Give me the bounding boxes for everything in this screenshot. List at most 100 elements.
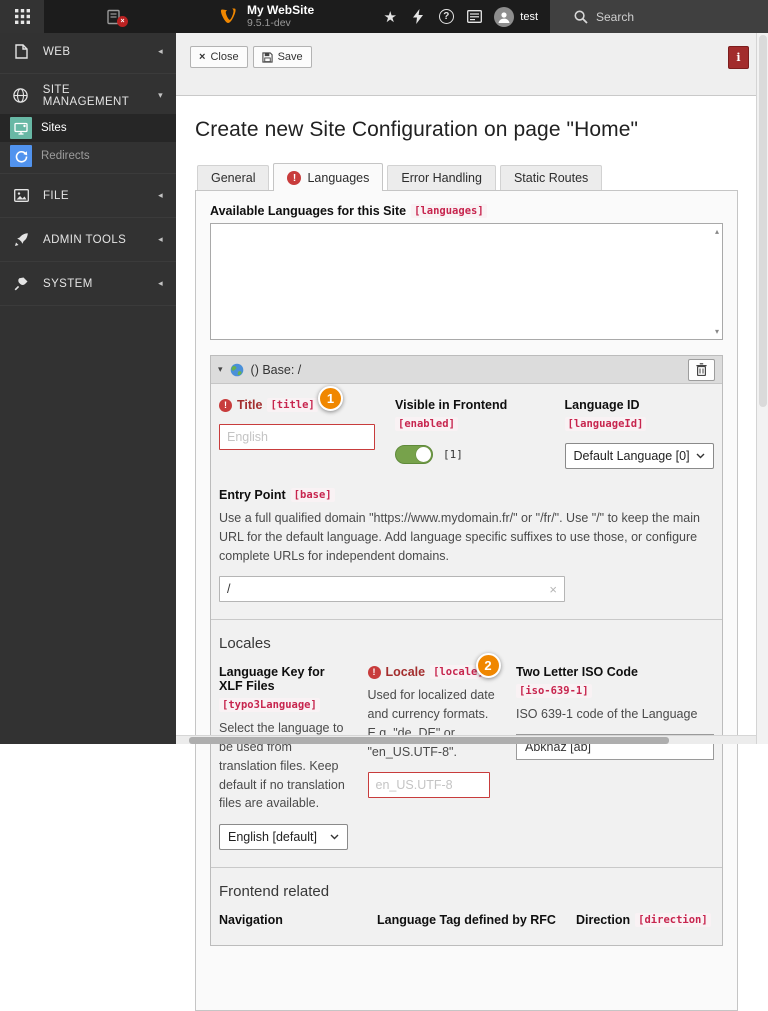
scroll-down-icon[interactable]: ▾ (715, 327, 719, 336)
scrollbar-thumb[interactable] (189, 737, 669, 744)
clear-icon[interactable]: × (549, 582, 557, 597)
site-title: My WebSite (247, 2, 315, 17)
open-documents-button[interactable]: × (96, 0, 132, 33)
sidebar-label: Redirects (41, 150, 90, 162)
locales-heading: Locales (219, 635, 271, 653)
list-panel-icon (466, 10, 482, 23)
horizontal-scrollbar[interactable] (176, 735, 756, 744)
chevron-down-icon: ▾ (218, 364, 223, 374)
close-badge-icon: × (117, 16, 128, 27)
avatar (494, 6, 515, 27)
sidebar-item-sites[interactable]: Sites (0, 114, 176, 142)
toggle-knob (416, 447, 431, 462)
frontend-heading: Frontend related (219, 883, 330, 900)
star-icon: ★ (383, 8, 397, 26)
globe-icon (230, 363, 243, 376)
sidebar-item-system[interactable]: SYSTEM ◂ (0, 265, 176, 302)
sidebar-label: Sites (41, 122, 67, 134)
globe-icon (13, 88, 29, 104)
iso-field-group: Two Letter ISO Code [iso-639-1] ISO 639-… (516, 665, 714, 850)
xlf-select[interactable]: English [default] (219, 824, 348, 850)
entry-point-description: Use a full qualified domain "https://www… (219, 511, 700, 563)
tab-error-handling[interactable]: Error Handling (387, 165, 496, 190)
divider (211, 867, 722, 868)
panel-title: () Base: / (250, 362, 302, 377)
scroll-up-icon[interactable]: ▴ (715, 227, 719, 236)
tab-general[interactable]: General (197, 165, 270, 190)
username: test (520, 10, 538, 23)
bookmarks-button[interactable]: ★ (376, 0, 404, 33)
chevron-down-icon (330, 834, 338, 840)
sidebar-item-admin-tools[interactable]: ADMIN TOOLS ◂ (0, 221, 176, 258)
chevron-down-icon (696, 453, 705, 459)
step-badge-1: 1 (318, 386, 343, 411)
sidebar-label: FILE (43, 189, 69, 202)
title-input[interactable] (219, 424, 375, 450)
rfc-label: Language Tag defined by RFC (377, 913, 556, 927)
xlf-label: Language Key for XLF Files [typo3Languag… (219, 665, 325, 713)
sidebar-item-redirects[interactable]: Redirects (0, 142, 176, 170)
tab-bar: General ! Languages Error Handling Stati… (195, 163, 738, 191)
field-code-tag: [enabled] (395, 417, 458, 431)
clear-cache-button[interactable] (404, 0, 432, 33)
tab-languages[interactable]: ! Languages (273, 163, 384, 191)
panel-header[interactable]: ▾ () Base: / (211, 356, 722, 384)
close-icon: × (199, 51, 206, 63)
info-button[interactable]: i (728, 46, 749, 69)
field-code-tag: [base] (290, 488, 335, 502)
user-menu[interactable]: test (488, 0, 550, 33)
help-button[interactable]: ? (432, 0, 460, 33)
xlf-description: Select the language to be used from tran… (219, 721, 345, 811)
sidebar-label: SYSTEM (43, 277, 93, 290)
iso-description: ISO 639-1 code of the Language (516, 707, 698, 722)
sidebar-item-site-management[interactable]: SITE MANAGEMENT ▾ (0, 77, 176, 114)
rocket-icon (13, 232, 29, 248)
sidebar-item-web[interactable]: WEB ◂ (0, 33, 176, 70)
system-info-button[interactable] (460, 0, 488, 33)
locale-field-group: ! Locale [locale] 2 Used for localized d… (367, 653, 501, 850)
entry-point-input-wrap: × (219, 576, 565, 603)
site-name-block[interactable]: My WebSite 9.5.1-dev (247, 2, 315, 30)
plug-icon (13, 276, 29, 292)
divider (211, 619, 722, 621)
vertical-scrollbar[interactable] (756, 33, 768, 744)
modules-menu-button[interactable] (0, 0, 44, 33)
xlf-field-group: Language Key for XLF Files [typo3Languag… (219, 665, 348, 850)
error-icon: ! (219, 398, 232, 412)
divider (0, 173, 176, 174)
image-icon (13, 188, 29, 204)
visible-field-group: Visible in Frontend [enabled] [1] (395, 398, 545, 469)
divider (0, 305, 176, 306)
tab-static-routes[interactable]: Static Routes (499, 165, 603, 190)
divider (0, 217, 176, 218)
chevron-left-icon: ◂ (158, 46, 163, 56)
delete-language-button[interactable] (688, 358, 715, 381)
error-icon: ! (287, 171, 302, 185)
language-id-select[interactable]: Default Language [0] (564, 443, 714, 469)
divider (0, 261, 176, 262)
toolbar-search[interactable] (550, 0, 768, 33)
locale-description: Used for localized date and currency for… (367, 688, 495, 759)
top-bar: × My WebSite 9.5.1-dev ★ ? test Search (0, 0, 768, 33)
close-button[interactable]: × Close (190, 46, 248, 68)
scrollbar-thumb[interactable] (759, 35, 767, 407)
chevron-left-icon: ◂ (158, 234, 163, 244)
doc-header: × Close Save i (176, 33, 756, 96)
content-area: × Close Save i Create new Site Configura… (176, 33, 768, 1011)
search-input[interactable] (596, 9, 736, 24)
entry-point-field-group: Entry Point [base] Use a full qualified … (219, 488, 714, 603)
save-button[interactable]: Save (252, 46, 312, 68)
entry-point-label: Entry Point [base] (219, 488, 714, 502)
field-code-tag: [iso-639-1] (516, 684, 592, 699)
field-code-tag: [typo3Language] (219, 698, 320, 713)
visible-toggle[interactable] (395, 445, 433, 464)
available-languages-listbox[interactable]: ▴ ▾ (210, 223, 723, 340)
locale-input[interactable] (367, 772, 490, 799)
trash-icon (696, 363, 707, 376)
chevron-left-icon: ◂ (158, 190, 163, 200)
chevron-left-icon: ◂ (158, 278, 163, 288)
sidebar-item-file[interactable]: FILE ◂ (0, 177, 176, 214)
language-panel: ▾ () Base: / ! Title [title] 1 English V… (210, 355, 723, 946)
direction-label: Direction [direction] (576, 913, 714, 927)
entry-point-input[interactable] (227, 582, 550, 597)
